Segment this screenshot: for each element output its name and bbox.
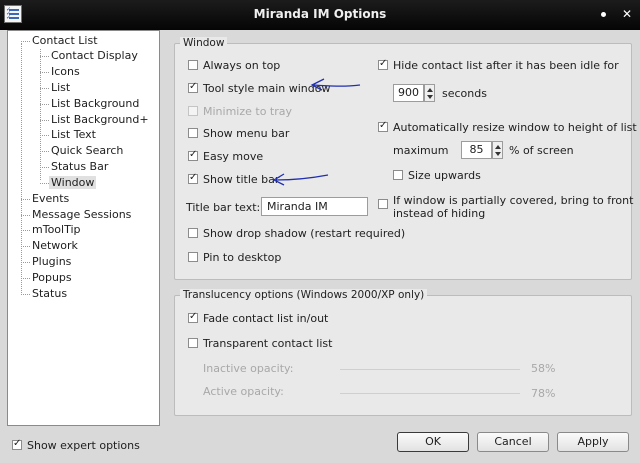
tree-connector <box>40 49 41 180</box>
tree-item-list[interactable]: List <box>51 81 70 94</box>
tree-item-list-background-plus[interactable]: List Background+ <box>51 113 149 126</box>
spin-up-icon[interactable] <box>495 145 501 149</box>
close-icon[interactable]: ✕ <box>619 6 635 22</box>
size-upwards-label[interactable]: Size upwards <box>408 169 481 182</box>
transparent-label[interactable]: Transparent contact list <box>203 337 332 350</box>
tree-connector <box>40 120 49 121</box>
title-bar-text-label: Title bar text: <box>186 201 261 214</box>
spin-up-icon[interactable] <box>427 88 433 92</box>
tree-item-message-sessions[interactable]: Message Sessions <box>32 208 131 221</box>
partially-covered-label-line2[interactable]: instead of hiding <box>393 207 485 220</box>
spin-down-icon[interactable] <box>495 152 501 156</box>
tree-item-list-text[interactable]: List Text <box>51 128 96 141</box>
active-opacity-label: Active opacity: <box>203 385 284 398</box>
show-menu-bar-label[interactable]: Show menu bar <box>203 127 289 140</box>
show-drop-shadow-label[interactable]: Show drop shadow (restart required) <box>203 227 405 240</box>
apply-button[interactable]: Apply <box>557 432 629 452</box>
transparent-checkbox[interactable] <box>188 338 198 348</box>
tree-item-quick-search[interactable]: Quick Search <box>51 144 123 157</box>
always-on-top-label[interactable]: Always on top <box>203 59 280 72</box>
cancel-button[interactable]: Cancel <box>477 432 549 452</box>
tree-connector <box>40 104 49 105</box>
auto-resize-checkbox[interactable] <box>378 120 388 132</box>
tree-item-status[interactable]: Status <box>32 287 67 300</box>
easy-move-label[interactable]: Easy move <box>203 150 263 163</box>
tree-connector <box>21 278 30 279</box>
tree-item-plugins[interactable]: Plugins <box>32 255 71 268</box>
minimize-to-tray-label: Minimize to tray <box>203 105 293 118</box>
ok-button[interactable]: OK <box>397 432 469 452</box>
inactive-opacity-label: Inactive opacity: <box>203 362 294 375</box>
tree-connector <box>40 151 49 152</box>
easy-move-checkbox[interactable] <box>188 149 198 161</box>
tree-item-list-background[interactable]: List Background <box>51 97 139 110</box>
minimize-to-tray-checkbox[interactable] <box>188 106 198 116</box>
show-title-bar-checkbox[interactable] <box>188 172 198 184</box>
window-title: Miranda IM Options <box>253 7 387 21</box>
window-group-title: Window <box>180 37 228 49</box>
tree-connector <box>40 135 49 136</box>
tree-item-contact-display[interactable]: Contact Display <box>51 49 138 62</box>
fade-checkbox[interactable] <box>188 311 198 323</box>
tree-connector <box>21 43 22 295</box>
annotation-arrow-icon <box>310 78 361 91</box>
tree-connector <box>21 215 30 216</box>
tree-connector <box>21 262 30 263</box>
title-bar: ✓ ✓ ✓ Miranda IM Options ✕ <box>0 0 640 30</box>
idle-seconds-input[interactable]: 900 <box>393 84 424 102</box>
tree-connector <box>21 230 30 231</box>
tree-item-network[interactable]: Network <box>32 239 78 252</box>
seconds-label: seconds <box>442 87 487 100</box>
partially-covered-label-line1[interactable]: If window is partially covered, bring to… <box>393 194 633 207</box>
always-on-top-checkbox[interactable] <box>188 60 198 70</box>
help-dot-icon[interactable] <box>601 12 606 17</box>
show-expert-options-label[interactable]: Show expert options <box>27 439 140 452</box>
tree-connector <box>21 199 30 200</box>
tree-item-status-bar[interactable]: Status Bar <box>51 160 108 173</box>
tree-connector <box>21 294 30 295</box>
inactive-opacity-value: 58% <box>531 362 556 375</box>
inactive-opacity-slider[interactable] <box>340 369 520 370</box>
partially-covered-checkbox[interactable] <box>378 199 388 209</box>
annotation-arrow-icon <box>272 173 329 186</box>
translucency-group-title: Translucency options (Windows 2000/XP on… <box>180 289 428 301</box>
tree-connector <box>40 88 49 89</box>
tree-connector <box>40 72 49 73</box>
tree-connector <box>40 167 49 168</box>
size-upwards-checkbox[interactable] <box>393 170 403 180</box>
title-bar-text-input[interactable]: Miranda IM <box>261 197 368 216</box>
tree-connector <box>21 41 30 42</box>
tree-item-mtooltip[interactable]: mToolTip <box>32 223 81 236</box>
hide-idle-checkbox[interactable] <box>378 58 388 70</box>
spin-down-icon[interactable] <box>427 95 433 99</box>
tree-connector <box>40 183 49 184</box>
tree-item-popups[interactable]: Popups <box>32 271 72 284</box>
hide-idle-label[interactable]: Hide contact list after it has been idle… <box>393 59 619 72</box>
show-expert-options-checkbox[interactable] <box>12 438 22 450</box>
maximum-label: maximum <box>393 144 449 157</box>
active-opacity-slider[interactable] <box>340 393 520 394</box>
active-opacity-value: 78% <box>531 387 556 400</box>
tree-item-window[interactable]: Window <box>49 176 97 189</box>
pin-to-desktop-label[interactable]: Pin to desktop <box>203 251 281 264</box>
tree-connector <box>40 56 49 57</box>
fade-label[interactable]: Fade contact list in/out <box>203 312 328 325</box>
maximum-percent-input[interactable]: 85 <box>461 141 492 159</box>
tool-style-checkbox[interactable] <box>188 81 198 93</box>
options-tree[interactable]: Contact List Contact Display Icons List … <box>7 30 160 426</box>
maximum-percent-spinner[interactable] <box>492 141 503 159</box>
pin-to-desktop-checkbox[interactable] <box>188 252 198 262</box>
idle-seconds-spinner[interactable] <box>424 84 435 102</box>
tree-item-icons[interactable]: Icons <box>51 65 80 78</box>
percent-of-screen-label: % of screen <box>509 144 574 157</box>
show-menu-bar-checkbox[interactable] <box>188 128 198 138</box>
tree-connector <box>21 246 30 247</box>
auto-resize-label[interactable]: Automatically resize window to height of… <box>393 121 637 134</box>
show-drop-shadow-checkbox[interactable] <box>188 228 198 238</box>
tree-item-contact-list[interactable]: Contact List <box>32 34 98 47</box>
tree-item-events[interactable]: Events <box>32 192 69 205</box>
